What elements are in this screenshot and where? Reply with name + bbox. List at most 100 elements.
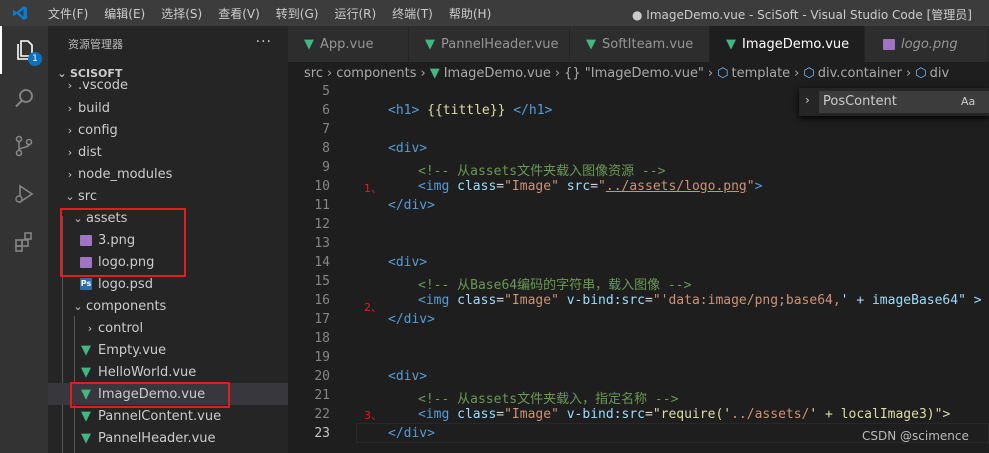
code-line: <img class="Image" v-bind:src="require('… xyxy=(418,407,950,422)
breadcrumb-src[interactable]: src xyxy=(304,66,323,81)
title-bar: 文件(F) 编辑(E) 选择(S) 查看(V) 转到(G) 运行(R) 终端(T… xyxy=(0,0,989,26)
chevron-right-icon[interactable]: › xyxy=(805,93,810,107)
chevron-right-icon: › xyxy=(906,65,912,81)
vue-file-icon: ▼ xyxy=(429,65,440,81)
highlight-box-imagedemo xyxy=(70,382,230,408)
code-token: class xyxy=(449,179,497,194)
tab-label: logo.png xyxy=(901,36,958,52)
line-number: 10 xyxy=(314,179,330,194)
breadcrumb-div[interactable]: div xyxy=(930,66,950,81)
menu-view[interactable]: 查看(V) xyxy=(210,5,268,22)
find-input[interactable]: PosContent Aa xyxy=(819,91,989,113)
tree-item-pannelcontent-vue[interactable]: ▼ PannelContent.vue xyxy=(48,405,318,427)
tree-item-dist[interactable]: › dist xyxy=(48,141,302,163)
tab-app-vue[interactable]: ▼ App.vue xyxy=(288,26,409,62)
code-token: "Image" xyxy=(504,407,559,422)
source-control-icon[interactable] xyxy=(0,122,48,170)
symbol-icon: ⬡ xyxy=(915,65,927,81)
tree-item-components[interactable]: ⌄ components xyxy=(48,295,310,317)
line-number: 20 xyxy=(314,369,330,384)
tree-item-node-modules[interactable]: › node_modules xyxy=(48,163,302,185)
highlight-box-assets xyxy=(60,208,186,277)
tree-item-src[interactable]: ⌄ src xyxy=(48,185,302,207)
tree-item-config[interactable]: › config xyxy=(48,119,302,141)
explorer-header: 资源管理器 ··· xyxy=(48,26,288,62)
code-token: <h1> xyxy=(388,103,420,118)
menu-help[interactable]: 帮助(H) xyxy=(441,5,499,22)
code-token: = xyxy=(645,407,653,422)
chevron-down-icon: ⌄ xyxy=(65,189,75,203)
code-line: <!-- 从assets文件夹载入，指定名称 --> xyxy=(418,388,678,407)
more-actions-icon[interactable]: ··· xyxy=(256,34,272,50)
tree-item-vscode[interactable]: › .vscode xyxy=(48,77,302,93)
line-number: 19 xyxy=(314,350,330,365)
tree-item-pannelheader-vue[interactable]: ▼ PannelHeader.vue xyxy=(48,427,318,449)
menu-go[interactable]: 转到(G) xyxy=(268,5,327,22)
menu-selection[interactable]: 选择(S) xyxy=(153,5,210,22)
extensions-icon[interactable] xyxy=(0,218,48,266)
breadcrumb-template[interactable]: template xyxy=(731,66,790,81)
vue-file-icon: ▼ xyxy=(81,342,91,358)
code-token: "Image" xyxy=(504,179,559,194)
editor-tabs: ▼ App.vue ▼ PannelHeader.vue ▼ SoftIteam… xyxy=(288,26,989,62)
menu-file[interactable]: 文件(F) xyxy=(40,5,96,22)
tab-softiteam-vue[interactable]: ▼ SoftIteam.vue xyxy=(570,26,710,62)
vue-file-icon: ▼ xyxy=(81,430,91,446)
chevron-right-icon: › xyxy=(554,65,561,81)
chevron-right-icon: › xyxy=(87,321,93,335)
chevron-right-icon: › xyxy=(794,65,800,81)
code-token: = xyxy=(645,293,653,308)
tree-item-label: HelloWorld.vue xyxy=(98,364,197,380)
tab-label: ImageDemo.vue xyxy=(742,36,850,52)
tree-item-helloworld-vue[interactable]: ▼ HelloWorld.vue xyxy=(48,361,318,383)
code-token: = xyxy=(590,179,599,194)
breadcrumb-container[interactable]: div.container xyxy=(818,66,902,81)
line-number: 5 xyxy=(322,84,330,99)
line-number: 13 xyxy=(314,236,330,251)
line-number: 14 xyxy=(314,255,330,270)
code-comment: <!-- 从Base64编码的字符串，载入图像 --> xyxy=(418,278,692,293)
code-token: </div> xyxy=(388,426,435,441)
code-comment: <!-- 从assets文件夹载入图像资源 --> xyxy=(418,164,666,179)
symbol-icon: ⬡ xyxy=(803,65,815,81)
tree-item-empty-vue[interactable]: ▼ Empty.vue xyxy=(48,339,318,361)
code-token: " xyxy=(598,179,606,194)
tree-item-control[interactable]: › control xyxy=(48,317,322,339)
code-line: <!-- 从assets文件夹载入图像资源 --> xyxy=(418,160,665,179)
chevron-right-icon: › xyxy=(67,167,73,181)
tree-item-label: src xyxy=(78,188,97,204)
tree-item-label: Empty.vue xyxy=(98,342,167,358)
tab-label: App.vue xyxy=(320,36,374,52)
code-token: <div> xyxy=(388,369,428,384)
annotation-1: 1、 xyxy=(364,182,382,195)
tab-pannelheader-vue[interactable]: ▼ PannelHeader.vue xyxy=(409,26,570,62)
tab-logo-png[interactable]: logo.png xyxy=(865,26,989,62)
breadcrumb-file[interactable]: ImageDemo.vue xyxy=(444,66,551,81)
vue-file-icon: ▼ xyxy=(586,36,596,52)
breadcrumb-object[interactable]: {} "ImageDemo.vue" xyxy=(564,66,704,81)
tab-imagedemo-vue[interactable]: ▼ ImageDemo.vue xyxy=(710,26,865,62)
code-token: v-bind:src xyxy=(558,293,645,308)
menu-edit[interactable]: 编辑(E) xyxy=(96,5,153,22)
code-line: <div> xyxy=(388,141,427,156)
code-token: ' + imageBase64" > xyxy=(840,293,982,308)
code-token: src xyxy=(558,179,591,194)
tree-item-label: dist xyxy=(78,144,102,160)
code-token: "' xyxy=(652,293,669,308)
code-link[interactable]: ../assets/logo.png xyxy=(606,179,747,194)
run-debug-icon[interactable] xyxy=(0,170,48,218)
chevron-right-icon: › xyxy=(67,145,73,159)
explorer-icon[interactable]: 1 xyxy=(0,26,48,74)
search-icon[interactable] xyxy=(0,74,48,122)
code-line: <img class="Image" v-bind:src="'data:ima… xyxy=(418,293,982,308)
symbol-icon: ⬡ xyxy=(717,65,729,81)
breadcrumb-components[interactable]: components xyxy=(336,66,416,81)
tree-item-build[interactable]: › build xyxy=(48,97,302,119)
code-editor[interactable]: 5 6 7 8 9 10 11 12 13 14 15 16 17 18 19 … xyxy=(288,84,989,453)
match-case-toggle[interactable]: Aa xyxy=(961,91,975,113)
chevron-right-icon: › xyxy=(67,101,73,115)
code-token: data:image/png;base64, xyxy=(668,293,841,308)
menu-terminal[interactable]: 终端(T) xyxy=(384,5,441,22)
menu-run[interactable]: 运行(R) xyxy=(326,5,384,22)
tree-item-label: logo.psd xyxy=(98,276,153,292)
